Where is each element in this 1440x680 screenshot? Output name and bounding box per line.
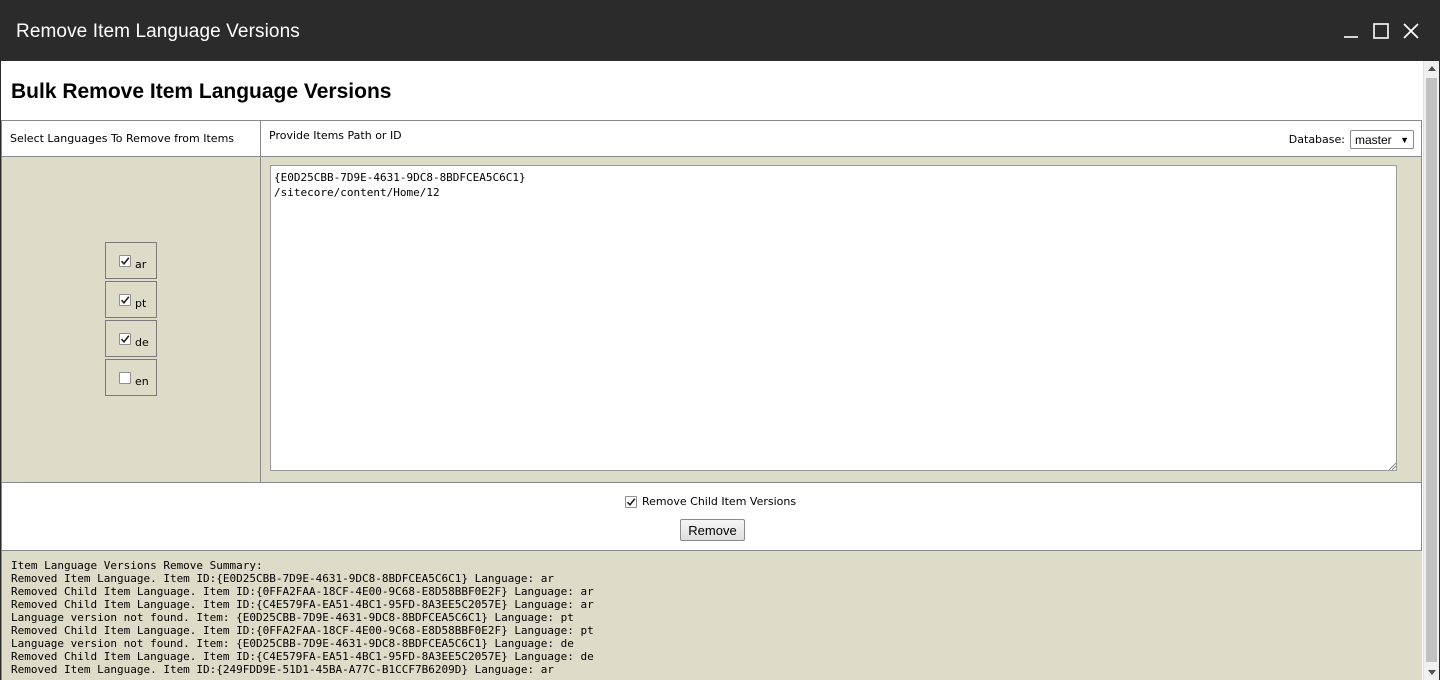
window-titlebar: Remove Item Language Versions [0,0,1440,61]
language-list: ar pt de en [105,242,157,398]
language-option-en[interactable]: en [105,359,157,396]
scroll-down-icon[interactable] [1428,670,1436,675]
language-checkbox-ar[interactable] [119,255,131,267]
resize-grip-icon[interactable] [1387,461,1397,471]
summary-line: Removed Item Language. Item ID:{249FDD9E… [11,663,555,676]
minimize-icon [1344,36,1358,38]
language-option-pt[interactable]: pt [105,281,157,318]
remove-child-checkbox[interactable] [625,495,637,508]
options-section: Remove Child Item Versions Remove [1,483,1422,550]
remove-button[interactable]: Remove [680,519,745,541]
language-label-ar: ar [135,258,147,271]
summary-line: Item Language Versions Remove Summary: [11,559,263,572]
checkmark-icon [120,257,130,266]
close-icon [1403,23,1419,39]
language-checkbox-pt[interactable] [119,294,131,306]
window-title: Remove Item Language Versions [16,20,300,42]
database-select[interactable]: master ▼ [1350,130,1414,149]
checkmark-icon [120,335,130,344]
maximize-icon [1373,23,1389,39]
checkmark-icon [626,497,636,506]
dropdown-arrow-icon: ▼ [1400,134,1409,145]
window-controls [1336,18,1426,44]
language-label-pt: pt [135,297,147,310]
summary-line: Language version not found. Item: {E0D25… [11,637,574,650]
dialog-content: Bulk Remove Item Language Versions Selec… [1,61,1423,680]
language-option-ar[interactable]: ar [105,242,157,279]
items-panel: {E0D25CBB-7D9E-4631-9DC8-8BDFCEA5C6C1} /… [261,157,1421,482]
remove-child-label: Remove Child Item Versions [642,495,797,508]
summary-line: Removed Item Language. Item ID:{E0D25CBB… [11,572,555,585]
scroll-up-icon[interactable] [1428,66,1436,71]
summary-line: Removed Child Item Language. Item ID:{0F… [11,585,594,598]
close-button[interactable] [1396,18,1426,44]
languages-header-label: Select Languages To Remove from Items [10,132,235,145]
summary-line: Removed Child Item Language. Item ID:{C4… [11,650,594,663]
language-label-de: de [135,336,149,349]
checkmark-icon [120,296,130,305]
summary-line: Removed Child Item Language. Item ID:{C4… [11,598,594,611]
items-textarea[interactable]: {E0D25CBB-7D9E-4631-9DC8-8BDFCEA5C6C1} /… [270,165,1397,471]
language-label-en: en [135,375,149,388]
minimize-button[interactable] [1336,18,1366,44]
items-header: Provide Items Path or ID Database: maste… [261,121,1421,157]
language-checkbox-en[interactable] [119,372,131,384]
vertical-scrollbar[interactable] [1423,61,1439,680]
languages-header: Select Languages To Remove from Items [2,121,261,157]
scrollbar-thumb[interactable] [1426,78,1437,662]
summary-line: Removed Child Item Language. Item ID:{0F… [11,624,594,637]
summary-line: Language version not found. Item: {E0D25… [11,611,574,624]
database-label: Database: [1288,133,1345,146]
main-grid: Select Languages To Remove from Items Pr… [1,120,1422,483]
maximize-button[interactable] [1366,18,1396,44]
language-checkbox-de[interactable] [119,333,131,345]
languages-panel: ar pt de en [2,157,261,482]
items-header-label: Provide Items Path or ID [269,129,402,142]
remove-child-option[interactable]: Remove Child Item Versions [625,495,796,508]
language-option-de[interactable]: de [105,320,157,357]
database-picker: Database: master ▼ [1289,130,1414,149]
database-value: master [1355,132,1392,147]
remove-summary: Item Language Versions Remove Summary: Re… [1,550,1422,680]
page-heading: Bulk Remove Item Language Versions [11,80,392,103]
